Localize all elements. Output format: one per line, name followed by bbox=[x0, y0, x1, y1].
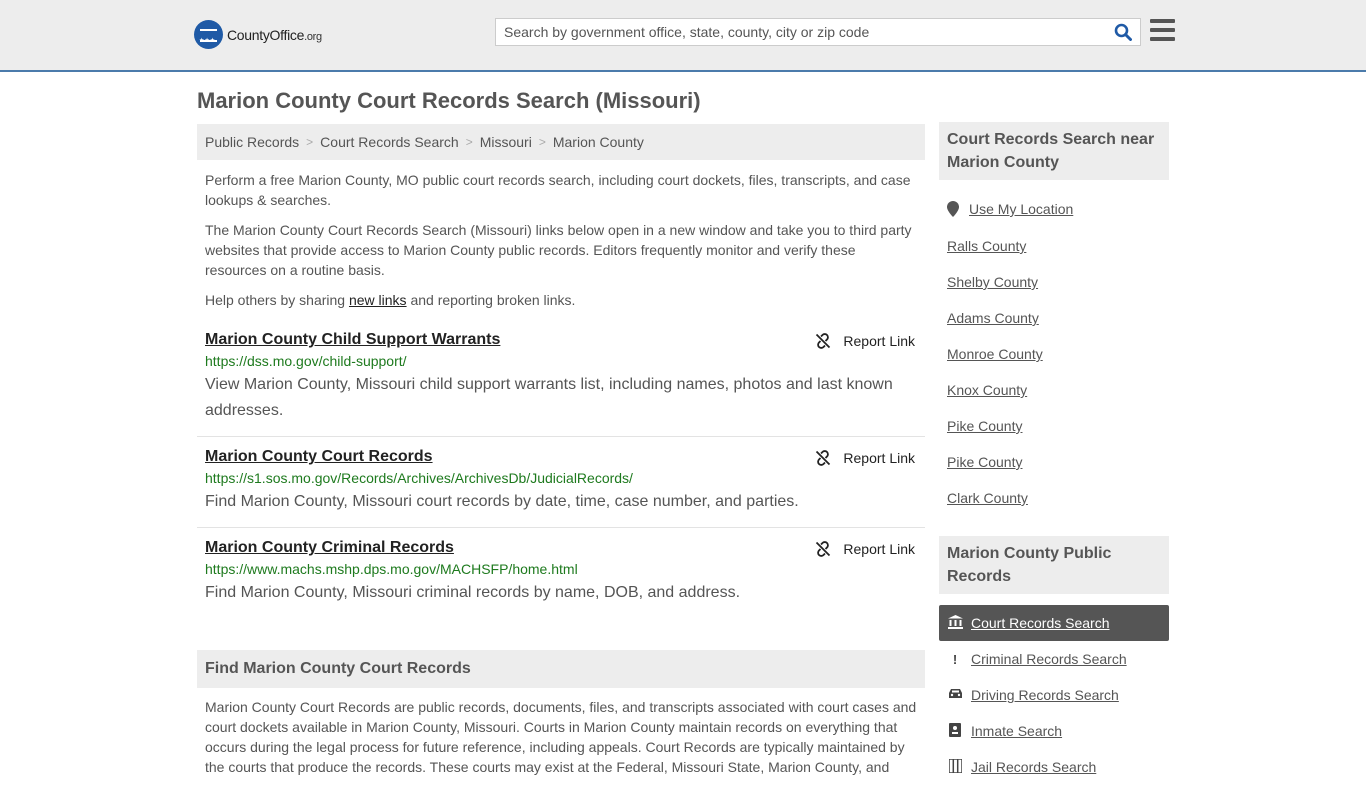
broken-link-icon bbox=[816, 450, 831, 466]
use-my-location-link[interactable]: Use My Location bbox=[969, 201, 1073, 217]
breadcrumb-public-records[interactable]: Public Records bbox=[205, 134, 299, 150]
site-header: CountyOffice.org bbox=[0, 0, 1366, 72]
nearby-county-link[interactable]: Ralls County bbox=[947, 238, 1026, 254]
nav-label[interactable]: Driving Records Search bbox=[971, 687, 1119, 703]
id-card-icon bbox=[947, 722, 963, 740]
result-title-link[interactable]: Marion County Criminal Records bbox=[205, 539, 454, 557]
nav-jail-records-search[interactable]: Jail Records Search bbox=[939, 749, 1169, 785]
breadcrumb-separator-icon: > bbox=[465, 135, 473, 149]
exclamation-icon: ! bbox=[952, 651, 958, 667]
jail-icon bbox=[947, 757, 963, 776]
nearby-county-link[interactable]: Adams County bbox=[947, 310, 1039, 326]
nearby-county-link[interactable]: Pike County bbox=[947, 454, 1022, 470]
breadcrumb: Public Records > Court Records Search > … bbox=[197, 124, 925, 160]
hamburger-menu-icon[interactable] bbox=[1150, 19, 1175, 41]
find-records-body: Marion County Court Records are public r… bbox=[205, 699, 917, 775]
nav-court-records-search[interactable]: Court Records Search bbox=[939, 605, 1169, 641]
nav-label[interactable]: Court Records Search bbox=[971, 615, 1110, 631]
public-records-heading: Marion County Public Records bbox=[939, 536, 1169, 594]
breadcrumb-separator-icon: > bbox=[306, 135, 314, 149]
nav-inmate-search[interactable]: Inmate Search bbox=[939, 713, 1169, 749]
nearby-county-link[interactable]: Shelby County bbox=[947, 274, 1038, 290]
search-icon bbox=[1114, 23, 1132, 41]
site-logo[interactable]: CountyOffice.org bbox=[194, 20, 322, 49]
breadcrumb-separator-icon: > bbox=[538, 135, 546, 149]
logo-text: CountyOffice.org bbox=[227, 26, 322, 43]
disclaimer-paragraph: The Marion County Court Records Search (… bbox=[205, 222, 912, 278]
find-records-heading: Find Marion County Court Records bbox=[197, 650, 925, 688]
page-title: Marion County Court Records Search (Miss… bbox=[197, 88, 701, 113]
nearby-county-link[interactable]: Monroe County bbox=[947, 346, 1043, 362]
result-item: Marion County Criminal Records Report Li… bbox=[197, 539, 925, 606]
result-title-link[interactable]: Marion County Court Records bbox=[205, 448, 433, 466]
report-link-button[interactable]: Report Link bbox=[815, 450, 915, 466]
result-item: Marion County Court Records Report Link … bbox=[197, 448, 925, 515]
share-paragraph: Help others by sharing new links and rep… bbox=[205, 292, 576, 308]
report-link-button[interactable]: Report Link bbox=[815, 541, 915, 557]
result-url[interactable]: https://s1.sos.mo.gov/Records/Archives/A… bbox=[205, 470, 917, 486]
result-description: Find Marion County, Missouri court recor… bbox=[205, 493, 799, 510]
use-location-row: Use My Location bbox=[947, 201, 1073, 217]
result-description: View Marion County, Missouri child suppo… bbox=[205, 376, 893, 419]
logo-emblem-icon bbox=[194, 20, 223, 49]
result-divider bbox=[197, 527, 925, 528]
nav-driving-records-search[interactable]: Driving Records Search bbox=[939, 677, 1169, 713]
result-divider bbox=[197, 436, 925, 437]
result-url[interactable]: https://dss.mo.gov/child-support/ bbox=[205, 353, 917, 369]
breadcrumb-court-records-search[interactable]: Court Records Search bbox=[320, 134, 459, 150]
nav-label[interactable]: Inmate Search bbox=[971, 723, 1062, 739]
result-title-link[interactable]: Marion County Child Support Warrants bbox=[205, 331, 500, 349]
broken-link-icon bbox=[816, 333, 831, 349]
broken-link-icon bbox=[816, 541, 831, 557]
intro-paragraph: Perform a free Marion County, MO public … bbox=[205, 172, 911, 208]
nearby-county-link[interactable]: Knox County bbox=[947, 382, 1027, 398]
search-button[interactable] bbox=[1106, 19, 1140, 45]
search-bar bbox=[495, 18, 1141, 46]
result-url[interactable]: https://www.machs.mshp.dps.mo.gov/MACHSF… bbox=[205, 561, 917, 577]
courthouse-icon bbox=[947, 614, 963, 632]
nav-label[interactable]: Criminal Records Search bbox=[971, 651, 1127, 667]
nearby-heading: Court Records Search near Marion County bbox=[939, 122, 1169, 180]
nav-criminal-records-search[interactable]: ! Criminal Records Search bbox=[939, 641, 1169, 677]
car-icon bbox=[947, 688, 963, 703]
breadcrumb-marion-county[interactable]: Marion County bbox=[553, 134, 644, 150]
nav-label[interactable]: Jail Records Search bbox=[971, 759, 1096, 775]
search-input[interactable] bbox=[496, 19, 1106, 45]
new-links-link[interactable]: new links bbox=[349, 292, 407, 308]
result-item: Marion County Child Support Warrants Rep… bbox=[197, 331, 925, 424]
result-description: Find Marion County, Missouri criminal re… bbox=[205, 584, 741, 601]
nearby-county-link[interactable]: Clark County bbox=[947, 490, 1028, 506]
nearby-county-link[interactable]: Pike County bbox=[947, 418, 1022, 434]
map-marker-icon bbox=[947, 201, 959, 217]
breadcrumb-missouri[interactable]: Missouri bbox=[480, 134, 532, 150]
report-link-button[interactable]: Report Link bbox=[815, 333, 915, 349]
